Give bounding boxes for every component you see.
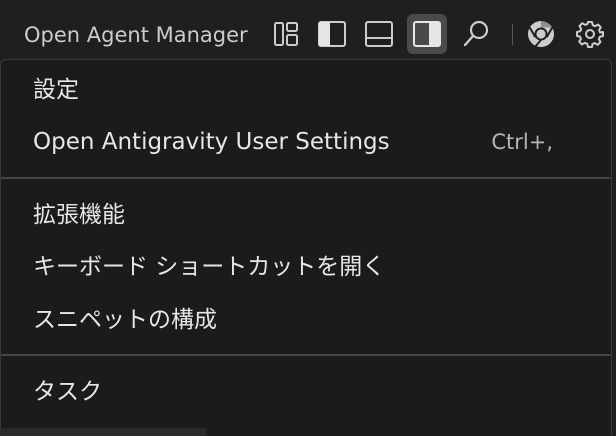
settings-menu: 設定 Open Antigravity User Settings Ctrl+,… bbox=[0, 59, 612, 436]
customize-layout-icon[interactable] bbox=[266, 14, 306, 54]
menu-section-settings: 設定 bbox=[1, 66, 611, 114]
menu-item-snippets[interactable]: スニペットの構成 bbox=[1, 296, 611, 344]
underlying-panel-edge bbox=[0, 428, 206, 436]
menu-item-label: キーボード ショートカットを開く bbox=[33, 254, 386, 280]
chrome-icon[interactable] bbox=[521, 14, 561, 54]
menu-item-tasks[interactable]: タスク bbox=[1, 368, 611, 416]
menu-item-extensions[interactable]: 拡張機能 bbox=[1, 191, 611, 239]
title-bar: Open Agent Manager bbox=[0, 0, 616, 62]
toggle-secondary-sidebar-icon[interactable] bbox=[407, 14, 447, 54]
menu-item-label: スニペットの構成 bbox=[33, 307, 217, 333]
menu-item-shortcut: Ctrl+, bbox=[491, 130, 553, 154]
menu-section-title: 設定 bbox=[33, 77, 79, 103]
menu-item-user-settings[interactable]: Open Antigravity User Settings Ctrl+, bbox=[1, 118, 611, 166]
menu-item-label: タスク bbox=[33, 379, 102, 405]
search-icon[interactable] bbox=[456, 14, 496, 54]
toggle-primary-sidebar-icon[interactable] bbox=[312, 14, 352, 54]
menu-separator bbox=[1, 177, 611, 179]
open-agent-manager-button[interactable]: Open Agent Manager bbox=[24, 21, 248, 49]
menu-item-label: Open Antigravity User Settings bbox=[33, 129, 390, 155]
menu-separator bbox=[1, 354, 611, 356]
menu-item-keyboard-shortcuts[interactable]: キーボード ショートカットを開く bbox=[1, 243, 611, 291]
gear-icon[interactable] bbox=[570, 14, 610, 54]
toolbar-divider bbox=[512, 24, 513, 45]
menu-item-label: 拡張機能 bbox=[33, 202, 125, 228]
toggle-panel-icon[interactable] bbox=[359, 14, 399, 54]
